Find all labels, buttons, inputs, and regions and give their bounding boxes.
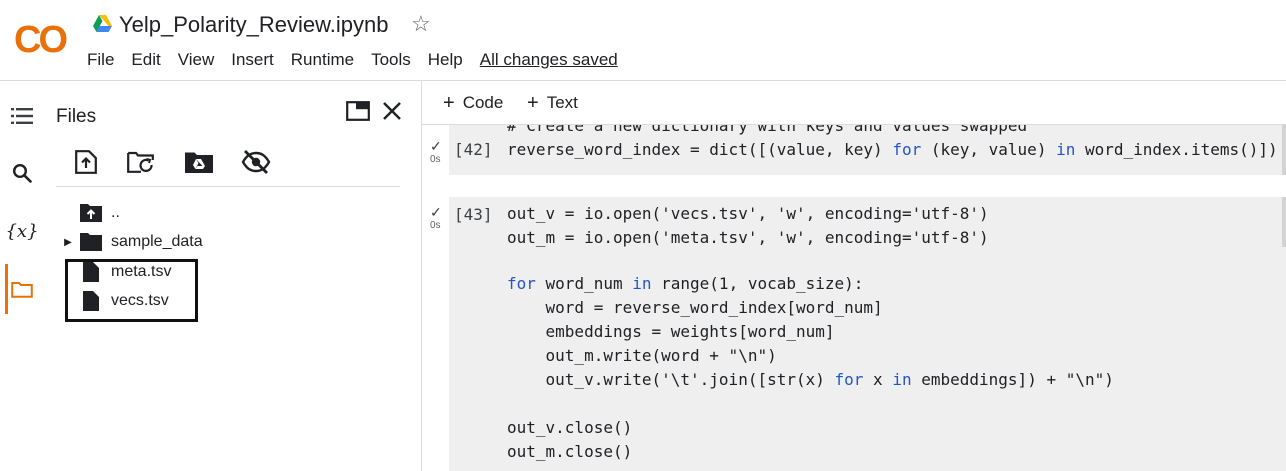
- menu-help[interactable]: Help: [428, 50, 463, 70]
- header-divider: [0, 80, 1286, 81]
- code-cell-42[interactable]: # Create a new dictionary with keys and …: [449, 125, 1286, 175]
- code-line: out_v.write('\t'.join([str(x) for x in e…: [507, 370, 1114, 389]
- svg-text:CO: CO: [14, 19, 66, 58]
- colab-logo[interactable]: CO: [14, 18, 70, 58]
- tree-item-label: ..: [111, 204, 120, 221]
- plus-icon: +: [527, 92, 539, 114]
- close-icon[interactable]: [378, 98, 406, 124]
- hide-files-icon[interactable]: [241, 148, 271, 176]
- cell-success-check-icon: ✓: [430, 138, 442, 154]
- add-text-label: Text: [546, 93, 578, 112]
- menu-bar: File Edit View Insert Runtime Tools Help…: [87, 50, 618, 70]
- add-code-label: Code: [462, 93, 504, 112]
- menu-tools[interactable]: Tools: [371, 50, 411, 70]
- code-line: out_v = io.open('vecs.tsv', 'w', encodin…: [507, 204, 989, 223]
- code-line: out_m.close(): [507, 442, 633, 461]
- parent-folder-icon: [80, 203, 102, 223]
- mount-drive-icon[interactable]: [184, 148, 214, 176]
- cell-duration: 0s: [430, 154, 441, 165]
- files-toolbar-divider: [56, 186, 400, 187]
- add-text-button[interactable]: + Text: [527, 90, 578, 116]
- add-code-button[interactable]: + Code: [443, 90, 503, 116]
- code-line: out_m = io.open('meta.tsv', 'w', encodin…: [507, 228, 989, 247]
- cell-scrollbar[interactable]: [1282, 197, 1286, 247]
- new-folder-icon[interactable]: [126, 148, 156, 176]
- execution-count: [42]: [454, 140, 493, 159]
- folder-icon[interactable]: [0, 269, 44, 309]
- expand-caret-icon[interactable]: ▶: [56, 237, 80, 248]
- menu-insert[interactable]: Insert: [231, 50, 274, 70]
- google-drive-icon: [93, 15, 112, 32]
- top-header: CO Yelp_Polarity_Review.ipynb ☆ File Edi…: [0, 0, 1286, 80]
- code-cell-43[interactable]: out_v = io.open('vecs.tsv', 'w', encodin…: [449, 197, 1286, 471]
- code-line: out_m.write(word + "\n"): [507, 346, 777, 365]
- search-icon[interactable]: [0, 153, 44, 193]
- variables-label: {x}: [5, 220, 39, 242]
- notebook-title[interactable]: Yelp_Polarity_Review.ipynb: [119, 12, 388, 38]
- upload-icon[interactable]: [71, 148, 101, 176]
- menu-edit[interactable]: Edit: [131, 50, 160, 70]
- menu-runtime[interactable]: Runtime: [291, 50, 354, 70]
- table-of-contents-icon[interactable]: [0, 96, 44, 136]
- files-panel-title: Files: [56, 106, 97, 127]
- code-line: embeddings = weights[word_num]: [507, 322, 835, 341]
- star-icon[interactable]: ☆: [411, 11, 431, 37]
- code-line: reverse_word_index = dict([(value, key) …: [507, 140, 1278, 159]
- folder-icon: [80, 232, 102, 252]
- code-line: for word_num in range(1, vocab_size):: [507, 274, 864, 293]
- plus-icon: +: [443, 92, 455, 114]
- tree-item-parent[interactable]: ..: [56, 200, 120, 226]
- variables-icon[interactable]: {x}: [0, 211, 44, 251]
- code-comment: # Create a new dictionary with keys and …: [507, 125, 1028, 135]
- code-line: out_v.close(): [507, 418, 633, 437]
- menu-view[interactable]: View: [178, 50, 215, 70]
- panel-resize-divider[interactable]: [421, 81, 422, 471]
- tree-item-label: sample_data: [111, 233, 203, 250]
- cell-duration: 0s: [430, 220, 441, 231]
- code-line: word = reverse_word_index[word_num]: [507, 298, 883, 317]
- tree-item-sample-data[interactable]: ▶ sample_data: [56, 229, 203, 255]
- execution-count: [43]: [454, 205, 493, 224]
- save-status-link[interactable]: All changes saved: [480, 50, 618, 70]
- open-in-tab-icon[interactable]: [344, 98, 372, 124]
- cell-success-check-icon: ✓: [430, 204, 442, 220]
- highlight-annotation-box: [65, 259, 198, 322]
- cell-scrollbar[interactable]: [1282, 125, 1286, 175]
- menu-file[interactable]: File: [87, 50, 114, 70]
